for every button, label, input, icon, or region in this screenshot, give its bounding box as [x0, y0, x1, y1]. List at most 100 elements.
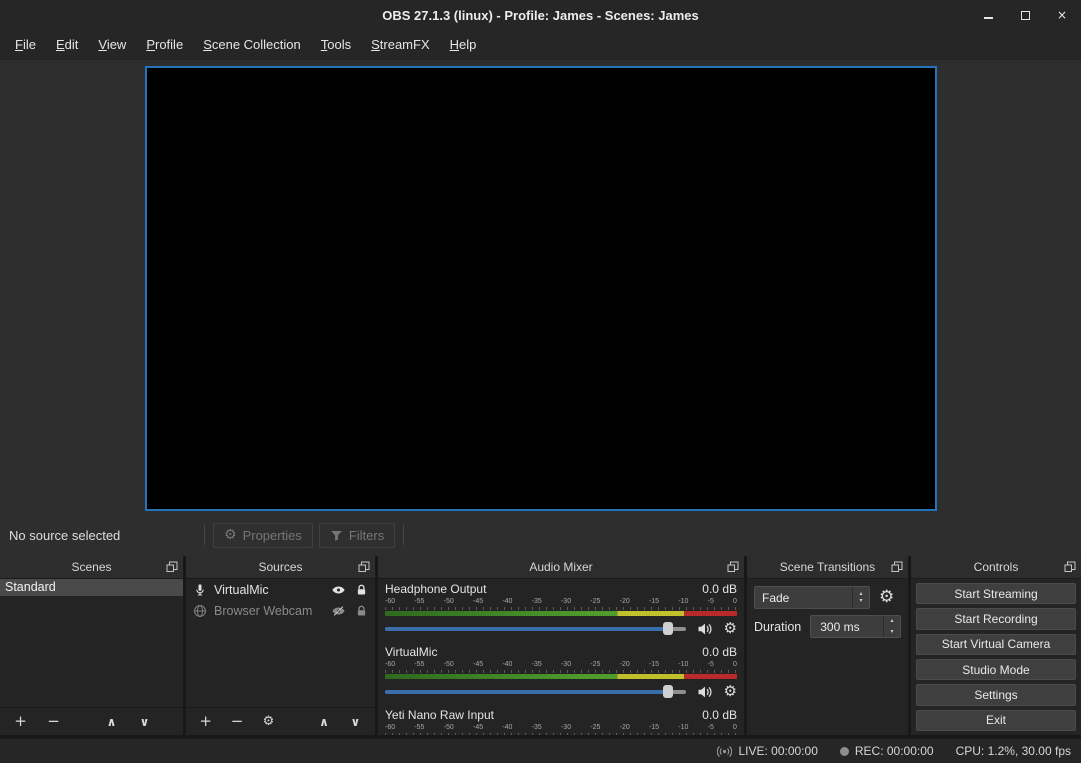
duration-label: Duration	[754, 620, 801, 634]
transition-select[interactable]: Fade ▴ ▾	[754, 586, 870, 609]
add-scene-button[interactable]: +	[12, 713, 29, 730]
filters-button[interactable]: Filters	[319, 523, 395, 548]
gear-icon: ⚙	[224, 528, 237, 542]
scenes-list: Standard	[0, 579, 183, 707]
channel-name: Yeti Nano Raw Input	[385, 708, 494, 723]
sources-list: VirtualMic Browser Webcam	[186, 579, 375, 707]
popout-dock-icon[interactable]	[1064, 561, 1076, 573]
scene-item-standard[interactable]: Standard	[0, 579, 183, 596]
transitions-dock-header: Scene Transitions	[747, 556, 908, 579]
mixer-channels: Headphone Output 0.0 dB -60-55-50-45-40-…	[378, 579, 744, 735]
menu-scene-collection[interactable]: Scene Collection	[193, 30, 311, 59]
source-row-browser-webcam[interactable]: Browser Webcam	[186, 600, 375, 621]
move-source-up-button[interactable]: ∧	[316, 713, 331, 730]
mixer-dock-title: Audio Mixer	[529, 560, 592, 574]
meter-scale: -60-55-50-45-40-35-30-25-20-15-10-50	[385, 661, 737, 669]
lock-icon[interactable]	[355, 604, 368, 618]
window-controls: ×	[981, 0, 1069, 30]
sources-dock-header: Sources	[186, 556, 375, 579]
spin-down-icon: ▾	[859, 598, 862, 604]
sources-toolbar: + − ⚙ ∧ ∨	[186, 707, 375, 735]
start-recording-button[interactable]: Start Recording	[916, 608, 1076, 629]
meter-tickmarks	[385, 607, 737, 610]
scenes-dock: Scenes Standard + − ∧ ∨	[0, 556, 183, 735]
channel-level: 0.0 dB	[702, 582, 737, 597]
volume-slider[interactable]	[385, 619, 686, 638]
menu-help[interactable]: Help	[440, 30, 487, 59]
move-scene-up-button[interactable]: ∧	[103, 713, 120, 730]
minimize-button[interactable]	[981, 8, 995, 22]
menu-file[interactable]: File	[5, 30, 46, 59]
menu-tools[interactable]: Tools	[311, 30, 361, 59]
volume-slider[interactable]	[385, 682, 686, 701]
microphone-icon	[193, 583, 207, 597]
window-titlebar: OBS 27.1.3 (linux) - Profile: James - Sc…	[0, 0, 1081, 30]
properties-button[interactable]: ⚙ Properties	[213, 523, 313, 548]
source-row-virtualmic[interactable]: VirtualMic	[186, 579, 375, 600]
channel-name: Headphone Output	[385, 582, 486, 597]
menu-view[interactable]: View	[88, 30, 136, 59]
globe-icon	[193, 604, 207, 618]
rec-status: REC: 00:00:00	[840, 744, 934, 758]
close-button[interactable]: ×	[1055, 8, 1069, 22]
settings-button[interactable]: Settings	[916, 684, 1076, 705]
gear-icon[interactable]: ⚙	[724, 621, 737, 636]
status-bar: LIVE: 00:00:00 REC: 00:00:00 CPU: 1.2%, …	[0, 738, 1081, 763]
gear-icon[interactable]: ⚙	[724, 684, 737, 699]
exit-button[interactable]: Exit	[916, 710, 1076, 731]
live-time: LIVE: 00:00:00	[738, 744, 817, 758]
controls-dock: Controls Start Streaming Start Recording…	[911, 556, 1081, 735]
toolbar-separator	[403, 525, 404, 545]
preview-canvas[interactable]	[145, 66, 937, 511]
volume-meter	[385, 674, 737, 679]
channel-level: 0.0 dB	[702, 645, 737, 660]
channel-name: VirtualMic	[385, 645, 437, 660]
source-properties-gear-button[interactable]: ⚙	[261, 713, 276, 730]
studio-mode-button[interactable]: Studio Mode	[916, 659, 1076, 680]
duration-increment-button[interactable]: ▴	[884, 616, 900, 627]
remove-source-button[interactable]: −	[229, 713, 244, 730]
move-source-down-button[interactable]: ∨	[348, 713, 363, 730]
popout-dock-icon[interactable]	[891, 561, 903, 573]
remove-scene-button[interactable]: −	[45, 713, 62, 730]
mixer-channel-headphone-output: Headphone Output 0.0 dB -60-55-50-45-40-…	[385, 582, 737, 638]
duration-value[interactable]: 300 ms	[811, 616, 883, 637]
transition-properties-gear-icon[interactable]: ⚙	[879, 589, 894, 606]
popout-dock-icon[interactable]	[727, 561, 739, 573]
scenes-dock-header: Scenes	[0, 556, 183, 579]
move-scene-down-button[interactable]: ∨	[136, 713, 153, 730]
menu-profile[interactable]: Profile	[136, 30, 193, 59]
sources-dock-title: Sources	[258, 560, 302, 574]
scenes-dock-title: Scenes	[71, 560, 111, 574]
lock-icon[interactable]	[355, 583, 368, 597]
combo-arrows[interactable]: ▴ ▾	[852, 587, 869, 608]
speaker-icon[interactable]	[697, 621, 713, 637]
no-source-label: No source selected	[9, 528, 199, 543]
channel-level: 0.0 dB	[702, 708, 737, 723]
maximize-button[interactable]	[1018, 8, 1032, 22]
add-source-button[interactable]: +	[198, 713, 213, 730]
menu-edit[interactable]: Edit	[46, 30, 88, 59]
dock-row: Scenes Standard + − ∧ ∨ Sources	[0, 556, 1081, 738]
source-toolbar: No source selected ⚙ Properties Filters	[0, 517, 1081, 553]
duration-spinbox[interactable]: 300 ms ▴ ▾	[810, 615, 901, 638]
start-virtual-camera-button[interactable]: Start Virtual Camera	[916, 634, 1076, 655]
start-streaming-button[interactable]: Start Streaming	[916, 583, 1076, 604]
live-status: LIVE: 00:00:00	[717, 744, 817, 759]
record-dot-icon	[840, 747, 849, 756]
menu-streamfx[interactable]: StreamFX	[361, 30, 440, 59]
mixer-channel-yeti-nano: Yeti Nano Raw Input 0.0 dB -60-55-50-45-…	[385, 708, 737, 735]
volume-slider-handle[interactable]	[663, 685, 673, 698]
meter-tickmarks	[385, 670, 737, 673]
popout-dock-icon[interactable]	[358, 561, 370, 573]
scene-transitions-dock: Scene Transitions Fade ▴ ▾ ⚙ Duration	[747, 556, 908, 735]
visibility-eye-off-icon[interactable]	[331, 604, 346, 618]
meter-scale: -60-55-50-45-40-35-30-25-20-15-10-50	[385, 598, 737, 606]
volume-slider-handle[interactable]	[663, 622, 673, 635]
speaker-icon[interactable]	[697, 684, 713, 700]
rec-time: REC: 00:00:00	[855, 744, 934, 758]
duration-decrement-button[interactable]: ▾	[884, 627, 900, 638]
source-name: Browser Webcam	[214, 604, 324, 618]
popout-dock-icon[interactable]	[166, 561, 178, 573]
visibility-eye-icon[interactable]	[331, 583, 346, 597]
